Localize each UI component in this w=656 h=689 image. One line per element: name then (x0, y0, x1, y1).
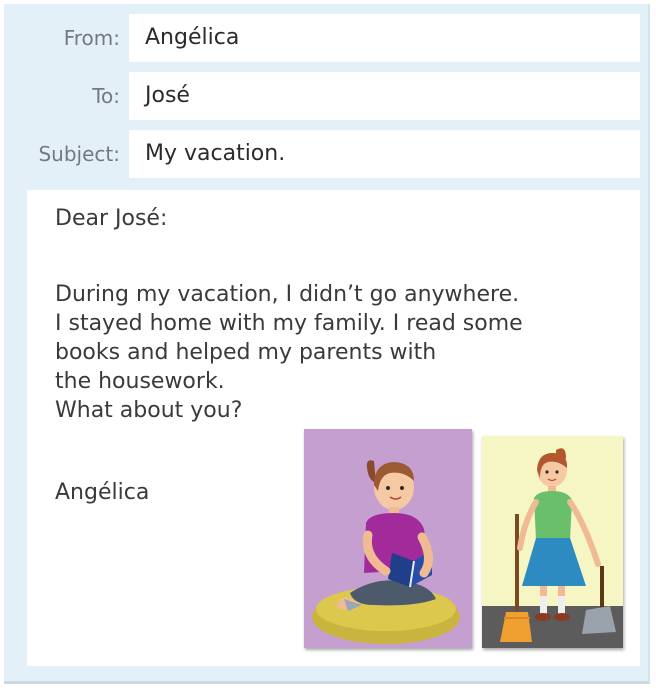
to-field[interactable]: José (129, 72, 640, 120)
subject-field[interactable]: My vacation. (129, 130, 640, 178)
from-field[interactable]: Angélica (129, 14, 640, 62)
message-line: the housework. (55, 369, 225, 394)
email-card: From: Angélica To: José Subject: My vaca… (4, 4, 650, 684)
to-label: To: (92, 84, 120, 108)
from-label: From: (63, 26, 120, 50)
subject-label: Subject: (38, 142, 120, 166)
from-row: From: Angélica (4, 14, 650, 62)
message-body[interactable]: Dear José: During my vacation, I didn’t … (27, 190, 640, 666)
message-text: During my vacation, I didn’t go anywhere… (55, 280, 635, 425)
message-line: books and helped my parents with (55, 340, 437, 365)
girl-sweeping-illustration (482, 436, 623, 648)
message-line: What about you? (55, 398, 243, 423)
subject-row: Subject: My vacation. (4, 130, 650, 178)
to-row: To: José (4, 72, 650, 120)
girl-reading-book-illustration (304, 429, 472, 648)
message-line: I stayed home with my family. I read som… (55, 311, 523, 336)
message-signature: Angélica (55, 480, 150, 505)
message-line: During my vacation, I didn’t go anywhere… (55, 282, 520, 307)
message-greeting: Dear José: (55, 206, 168, 231)
